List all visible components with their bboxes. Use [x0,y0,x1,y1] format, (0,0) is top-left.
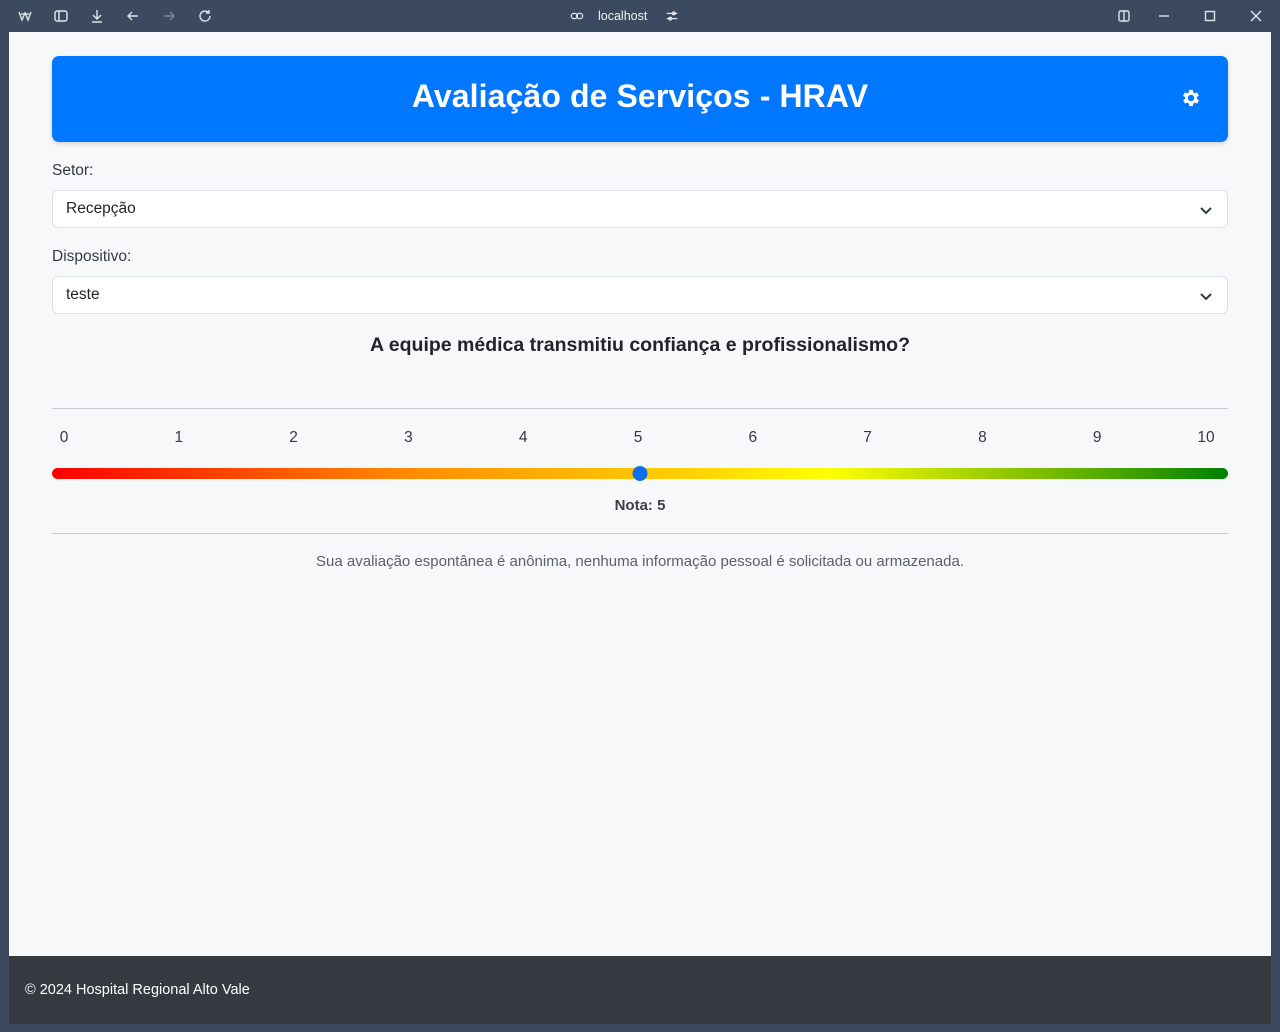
chevron-down-icon [1199,289,1213,303]
rating-scale-label: 9 [1092,429,1102,446]
page-title: Avaliação de Serviços - HRAV [411,77,869,114]
link-icon [570,9,584,23]
browser-toolbar: localhost [0,0,1280,32]
back-icon[interactable] [125,8,141,24]
privacy-note: Sua avaliação espontânea é anônima, nenh… [316,553,964,570]
url-text: localhost [598,9,648,23]
site-settings-icon[interactable] [665,9,679,23]
split-view-icon[interactable] [1116,8,1132,24]
rating-scale-label: 4 [518,429,528,446]
gear-icon[interactable] [1180,87,1202,109]
sidebar-toggle-icon[interactable] [53,8,69,24]
rating-score: Nota: 5 [614,497,666,514]
reload-icon[interactable] [197,8,213,24]
device-select[interactable]: teste [52,276,1228,314]
page-footer: © 2024 Hospital Regional Alto Vale [9,956,1271,1024]
sector-label: Setor: [52,162,94,179]
sector-select-value: Recepção [66,200,136,217]
rating-slider-thumb[interactable] [632,466,648,481]
forward-icon[interactable] [161,8,177,24]
rating-question: A equipe médica transmitiu confiança e p… [370,334,910,356]
divider [52,408,1228,409]
close-icon[interactable] [1248,8,1264,24]
page-viewport: Avaliação de Serviços - HRAV Setor: Rece… [9,32,1271,956]
rating-scale-label: 0 [59,429,69,446]
rating-scale-label: 10 [1197,429,1215,446]
rating-scale-label: 8 [978,429,987,446]
rating-scale-label: 3 [404,429,413,446]
rating-scale-label: 6 [748,429,758,446]
device-select-value: teste [66,286,100,303]
chevron-down-icon [1199,203,1213,217]
sector-select[interactable]: Recepção [52,190,1228,228]
rating-scale-label: 7 [863,429,872,446]
minimize-icon[interactable] [1156,8,1172,24]
app-logo-icon[interactable] [17,8,33,24]
device-label: Dispositivo: [52,248,132,265]
rating-scale-label: 1 [174,429,184,446]
rating-scale-label: 5 [633,429,643,446]
rating-scale-labels: 0 1 2 3 4 5 6 7 8 9 10 [52,429,1228,449]
download-icon[interactable] [89,8,105,24]
rating-slider[interactable] [52,466,1228,481]
divider [52,533,1228,534]
page-header: Avaliação de Serviços - HRAV [52,56,1228,142]
maximize-icon[interactable] [1202,8,1218,24]
footer-copyright: © 2024 Hospital Regional Alto Vale [25,982,250,998]
rating-scale-label: 2 [289,429,298,446]
address-bar[interactable]: localhost [570,8,679,24]
